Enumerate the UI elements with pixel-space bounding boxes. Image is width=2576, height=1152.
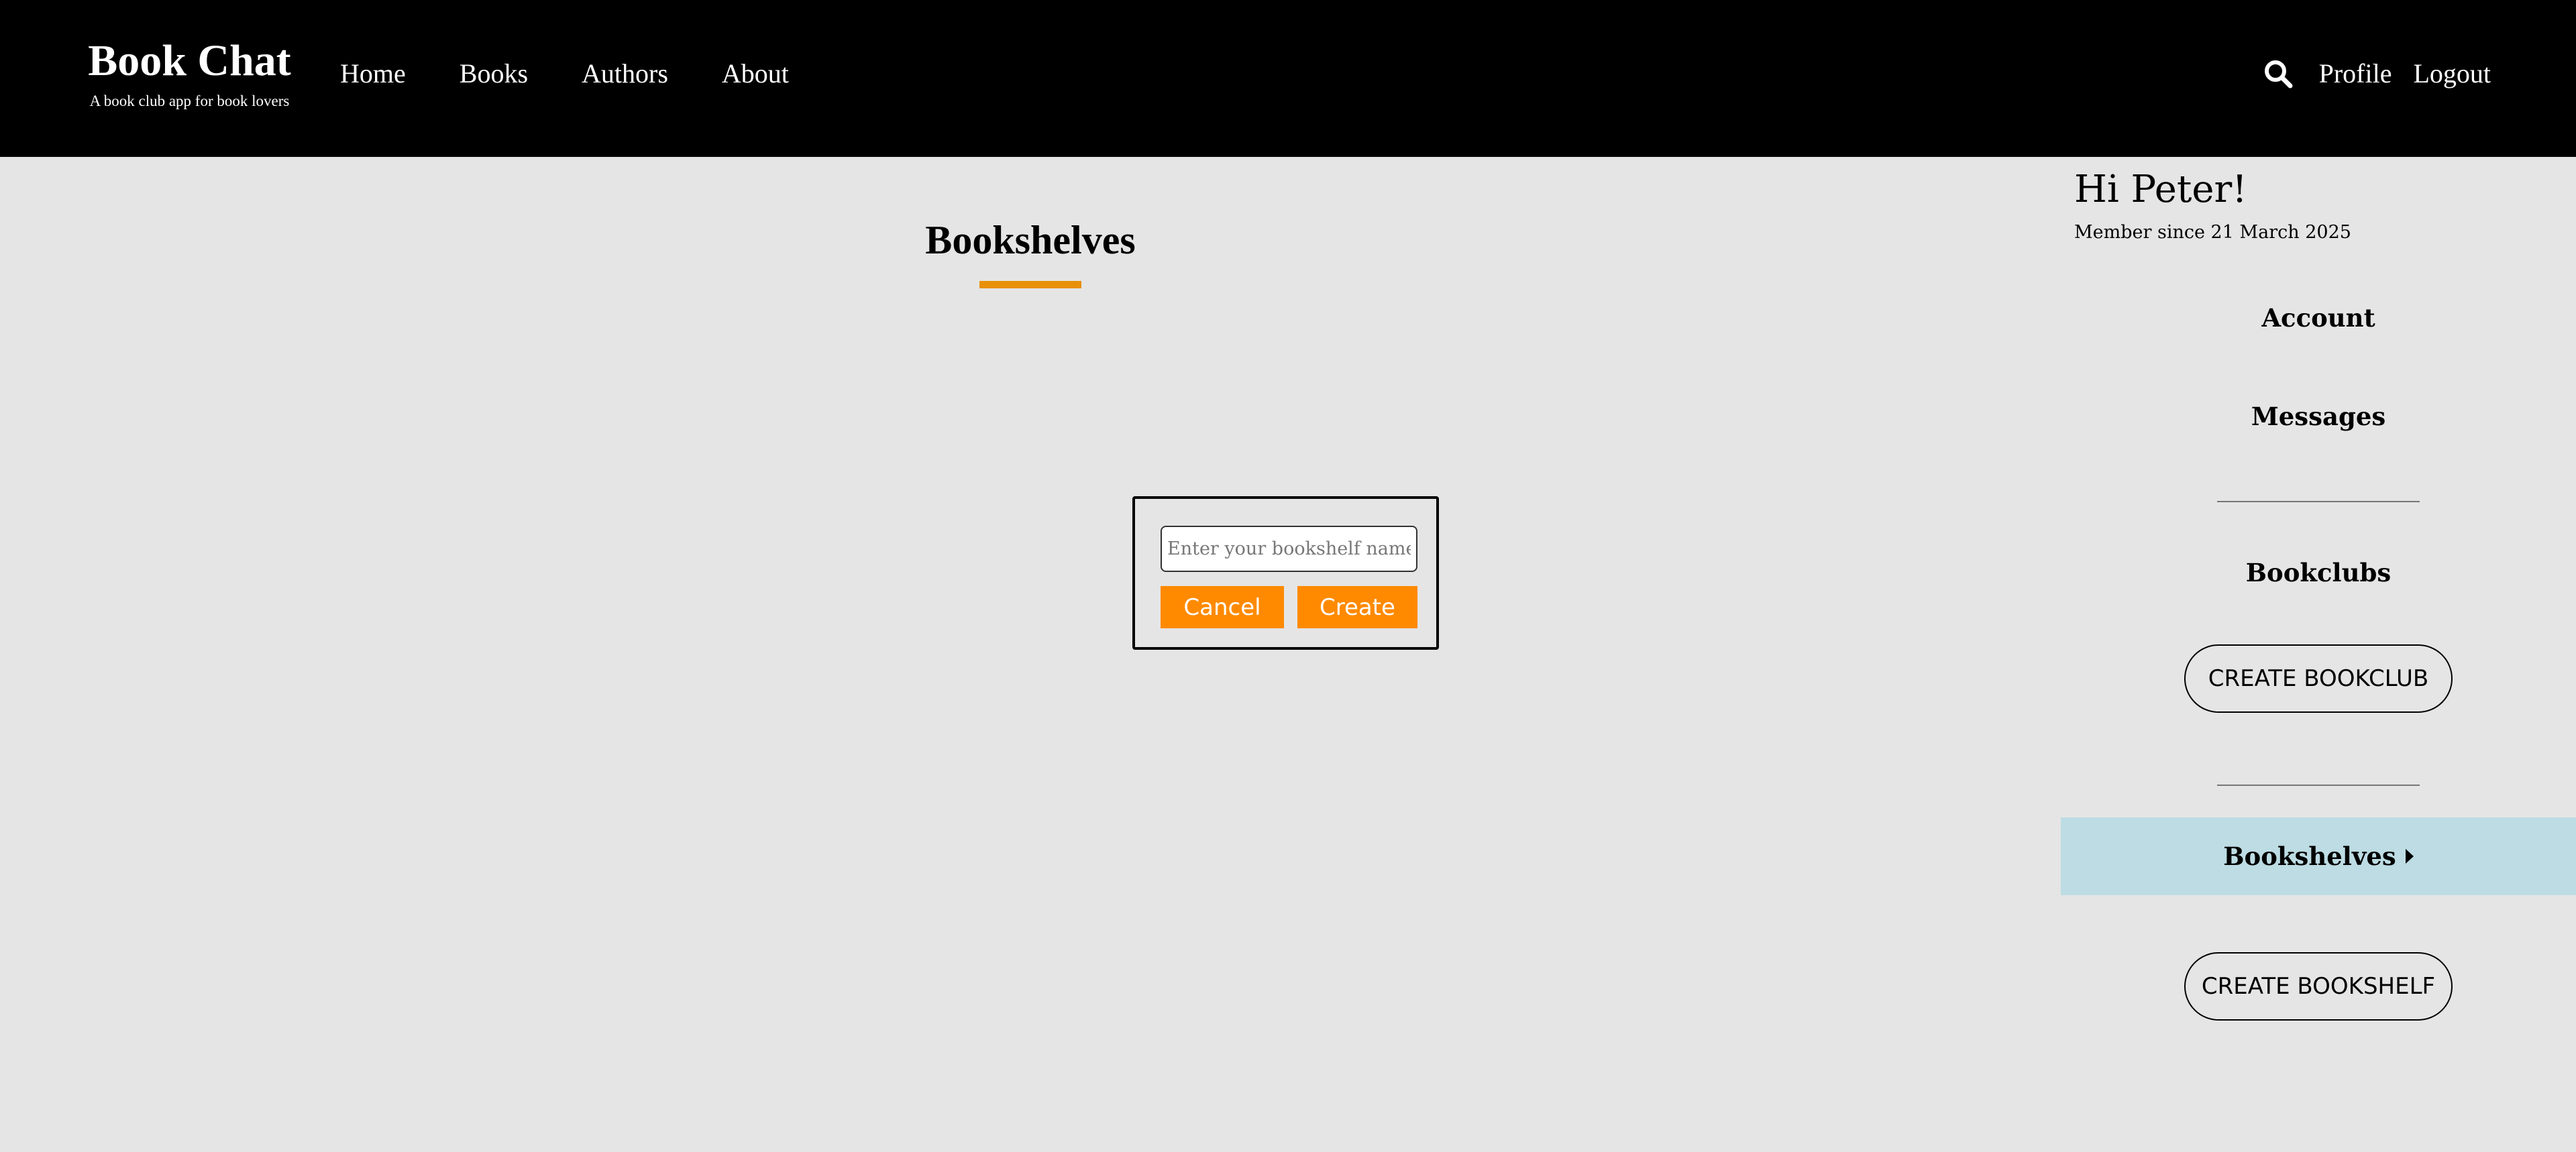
cancel-button[interactable]: Cancel xyxy=(1161,586,1284,628)
member-since: Member since 21 March 2025 xyxy=(2074,222,2351,243)
logout-link[interactable]: Logout xyxy=(2413,57,2491,91)
divider xyxy=(2217,501,2420,502)
page-title: Bookshelves xyxy=(925,218,1136,262)
top-header: Book Chat A book club app for book lover… xyxy=(0,0,2576,157)
account-sidebar: Hi Peter! Member since 21 March 2025 Acc… xyxy=(2061,157,2576,1152)
bookshelf-name-input[interactable] xyxy=(1161,526,1417,572)
profile-link[interactable]: Profile xyxy=(2319,57,2392,91)
sidebar-item-account[interactable]: Account xyxy=(2061,301,2576,335)
sidebar-item-messages[interactable]: Messages xyxy=(2061,400,2576,433)
search-icon[interactable] xyxy=(2261,57,2295,91)
nav-item-home[interactable]: Home xyxy=(340,57,406,91)
header-actions: Profile Logout xyxy=(2261,57,2491,91)
bookclubs-heading: Bookclubs xyxy=(2245,558,2392,587)
main-nav: Home Books Authors About xyxy=(340,57,843,91)
search-icon-graphic xyxy=(2264,60,2293,89)
caret-right-icon xyxy=(2405,849,2414,864)
brand[interactable]: Book Chat A book club app for book lover… xyxy=(67,35,312,111)
nav-item-authors[interactable]: Authors xyxy=(582,57,668,91)
create-bookshelf-dialog: Cancel Create xyxy=(1132,496,1439,650)
sidebar-item-label: Bookshelves xyxy=(2223,842,2396,871)
brand-title[interactable]: Book Chat xyxy=(67,35,312,87)
greeting: Hi Peter! xyxy=(2074,168,2247,211)
title-underline xyxy=(979,281,1081,288)
nav-item-about[interactable]: About xyxy=(722,57,789,91)
brand-tagline: A book club app for book lovers xyxy=(89,93,290,109)
divider xyxy=(2217,785,2420,786)
create-button[interactable]: Create xyxy=(1297,586,1417,628)
create-bookclub-button[interactable]: CREATE BOOKCLUB xyxy=(2184,644,2453,713)
create-bookshelf-button[interactable]: CREATE BOOKSHELF xyxy=(2184,952,2453,1021)
sidebar-item-bookshelves[interactable]: Bookshelves xyxy=(2061,817,2576,895)
nav-item-books[interactable]: Books xyxy=(460,57,528,91)
